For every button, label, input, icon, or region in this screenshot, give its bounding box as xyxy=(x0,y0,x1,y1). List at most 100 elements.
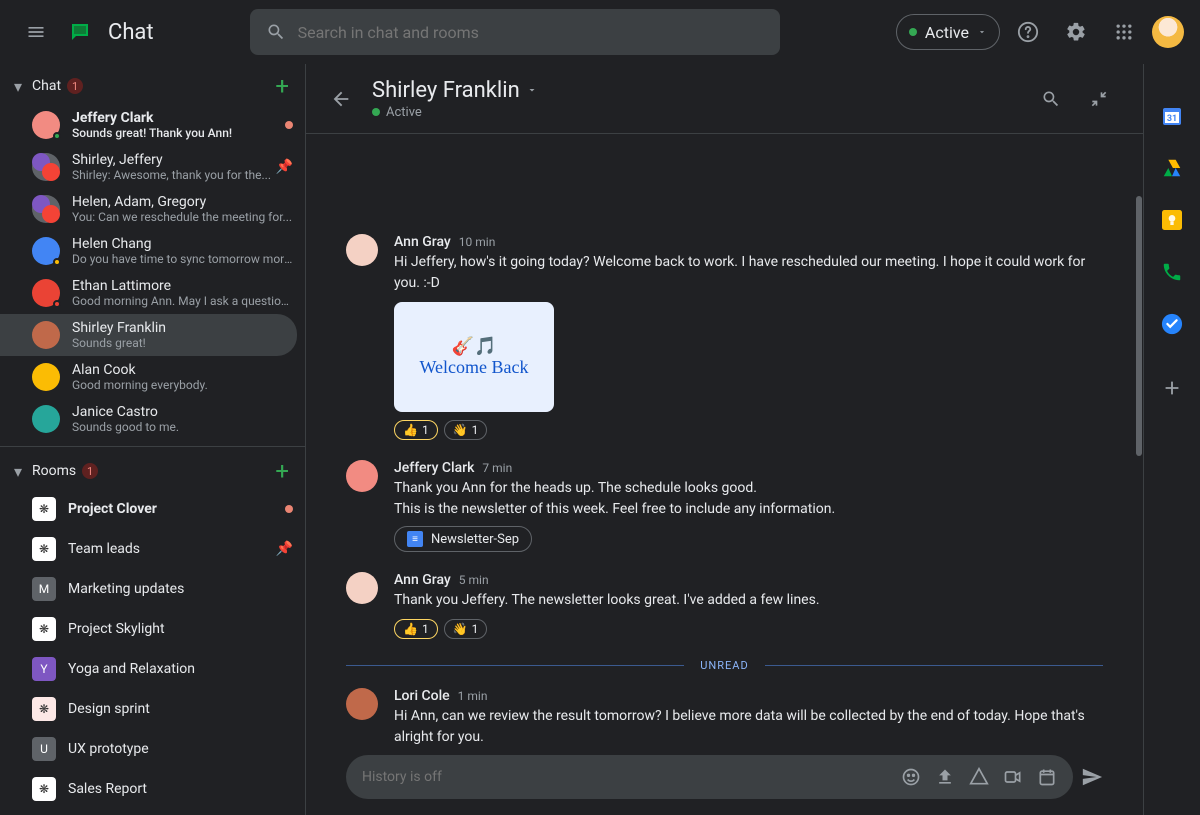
doc-icon: ≡ xyxy=(407,531,423,547)
message-author: Jeffery Clark xyxy=(394,460,474,476)
room-avatar-icon: ❋ xyxy=(32,617,56,641)
room-avatar-icon: Y xyxy=(32,657,56,681)
room-item[interactable]: U UX prototype xyxy=(0,729,305,769)
chat-preview: Good morning everybody. xyxy=(72,378,293,392)
search-input[interactable] xyxy=(298,23,764,42)
chat-preview: Shirley: Awesome, thank you for the... xyxy=(72,168,272,182)
collapse-icon[interactable] xyxy=(1079,79,1119,119)
chat-preview: Sounds good to me. xyxy=(72,420,293,434)
upload-icon[interactable] xyxy=(935,767,955,787)
svg-text:31: 31 xyxy=(1167,114,1177,124)
room-item[interactable]: ❋ Sales Report xyxy=(0,769,305,809)
message-author: Ann Gray xyxy=(394,234,451,250)
chat-preview: Sounds great! xyxy=(72,336,285,350)
voice-app-icon[interactable] xyxy=(1160,260,1184,284)
calendar-app-icon[interactable]: 31 xyxy=(1160,104,1184,128)
drive-app-icon[interactable] xyxy=(1160,156,1184,180)
send-icon[interactable] xyxy=(1081,766,1103,788)
section-header-rooms[interactable]: ▾ Rooms 1 + xyxy=(0,446,305,489)
room-name: UX prototype xyxy=(68,741,149,757)
chat-item[interactable]: Jeffery ClarkSounds great! Thank you Ann… xyxy=(0,104,305,146)
conversation-header: Shirley Franklin Active xyxy=(306,64,1143,134)
caret-down-icon[interactable]: ▾ xyxy=(8,77,28,96)
compose-area xyxy=(346,755,1103,799)
reaction-chip[interactable]: 👋1 xyxy=(444,619,488,639)
unread-divider: UNREAD xyxy=(346,659,1103,672)
app-title: Chat xyxy=(108,20,154,45)
pin-icon: 📌 xyxy=(276,159,293,175)
conversation-title[interactable]: Shirley Franklin xyxy=(372,78,538,103)
chat-badge: 1 xyxy=(67,78,83,94)
chat-name: Helen Chang xyxy=(72,236,293,252)
room-item[interactable]: ❋Design sprint xyxy=(0,689,305,729)
conversation-panel: Shirley Franklin Active Ann Gray10 minHi… xyxy=(306,64,1144,815)
compose-input-box[interactable] xyxy=(346,755,1073,799)
apps-grid-icon[interactable] xyxy=(1104,12,1144,52)
search-box[interactable] xyxy=(250,9,780,55)
chat-item[interactable]: Helen, Adam, GregoryYou: Can we reschedu… xyxy=(0,188,305,230)
room-name: Yoga and Relaxation xyxy=(68,661,195,677)
image-attachment[interactable]: 🎸🎵Welcome Back xyxy=(394,302,554,412)
room-item[interactable]: MMarketing updates xyxy=(0,569,305,609)
messages-list: Ann Gray10 minHi Jeffery, how's it going… xyxy=(306,134,1143,755)
emoji-icon[interactable] xyxy=(901,767,921,787)
room-avatar-icon: ❋ xyxy=(32,537,56,561)
search-conversation-icon[interactable] xyxy=(1031,79,1071,119)
chat-item[interactable]: Janice CastroSounds good to me. xyxy=(0,398,305,440)
conversation-status: Active xyxy=(386,105,422,120)
caret-down-icon[interactable]: ▾ xyxy=(8,462,28,481)
help-icon[interactable] xyxy=(1008,12,1048,52)
video-meet-icon[interactable] xyxy=(1003,767,1023,787)
room-item[interactable]: ❋Project Skylight xyxy=(0,609,305,649)
tasks-app-icon[interactable] xyxy=(1160,312,1184,336)
scrollbar[interactable] xyxy=(1135,196,1143,536)
room-item[interactable]: ❋Project Clover xyxy=(0,489,305,529)
account-avatar[interactable] xyxy=(1152,16,1184,48)
calendar-icon[interactable] xyxy=(1037,767,1057,787)
chat-name: Janice Castro xyxy=(72,404,293,420)
room-avatar-icon: ❋ xyxy=(32,497,56,521)
chat-name: Shirley, Jeffery xyxy=(72,152,272,168)
message-time: 1 min xyxy=(458,689,488,703)
doc-chip[interactable]: ≡Newsletter-Sep xyxy=(394,526,532,552)
reaction-chip[interactable]: 👋1 xyxy=(444,420,488,440)
chat-preview: You: Can we reschedule the meeting for..… xyxy=(72,210,293,224)
add-app-icon[interactable] xyxy=(1160,376,1184,400)
chat-item[interactable]: Shirley, JefferyShirley: Awesome, thank … xyxy=(0,146,305,188)
chat-name: Jeffery Clark xyxy=(72,110,281,126)
section-header-chat[interactable]: ▾ Chat 1 + xyxy=(0,64,305,104)
status-chip[interactable]: Active xyxy=(896,14,1000,50)
drive-icon[interactable] xyxy=(969,767,989,787)
reaction-chip[interactable]: 👍1 xyxy=(394,619,438,639)
room-avatar-icon: ❋ xyxy=(32,697,56,721)
chevron-down-icon xyxy=(526,84,538,96)
keep-app-icon[interactable] xyxy=(1160,208,1184,232)
room-name: Sales Report xyxy=(68,781,147,797)
chat-item[interactable]: Helen ChangDo you have time to sync tomo… xyxy=(0,230,305,272)
room-name: Marketing updates xyxy=(68,581,184,597)
rooms-badge: 1 xyxy=(82,463,98,479)
menu-icon[interactable] xyxy=(16,12,56,52)
message-author: Lori Cole xyxy=(394,688,450,704)
message-text: Thank you Ann for the heads up. The sche… xyxy=(394,478,1103,520)
app-header: Chat Active xyxy=(0,0,1200,64)
sidebar: ▾ Chat 1 + Jeffery ClarkSounds great! Th… xyxy=(0,64,306,815)
room-avatar-icon: U xyxy=(32,737,56,761)
message-avatar xyxy=(346,234,378,266)
status-dot-icon xyxy=(909,28,917,36)
unread-indicator-icon xyxy=(285,121,293,129)
add-chat-button[interactable]: + xyxy=(275,72,289,100)
chat-item[interactable]: Shirley FranklinSounds great! xyxy=(0,314,297,356)
add-room-button[interactable]: + xyxy=(275,457,289,485)
room-item[interactable]: Y Yoga and Relaxation xyxy=(0,649,305,689)
room-item[interactable]: ❋Team leads📌 xyxy=(0,529,305,569)
status-dot-icon xyxy=(372,108,380,116)
back-arrow-icon[interactable] xyxy=(330,88,352,110)
message-time: 7 min xyxy=(482,461,512,475)
chat-item[interactable]: Alan CookGood morning everybody. xyxy=(0,356,305,398)
room-avatar-icon: ❋ xyxy=(32,777,56,801)
settings-icon[interactable] xyxy=(1056,12,1096,52)
compose-input[interactable] xyxy=(362,769,901,785)
chat-item[interactable]: Ethan LattimoreGood morning Ann. May I a… xyxy=(0,272,305,314)
reaction-chip[interactable]: 👍1 xyxy=(394,420,438,440)
